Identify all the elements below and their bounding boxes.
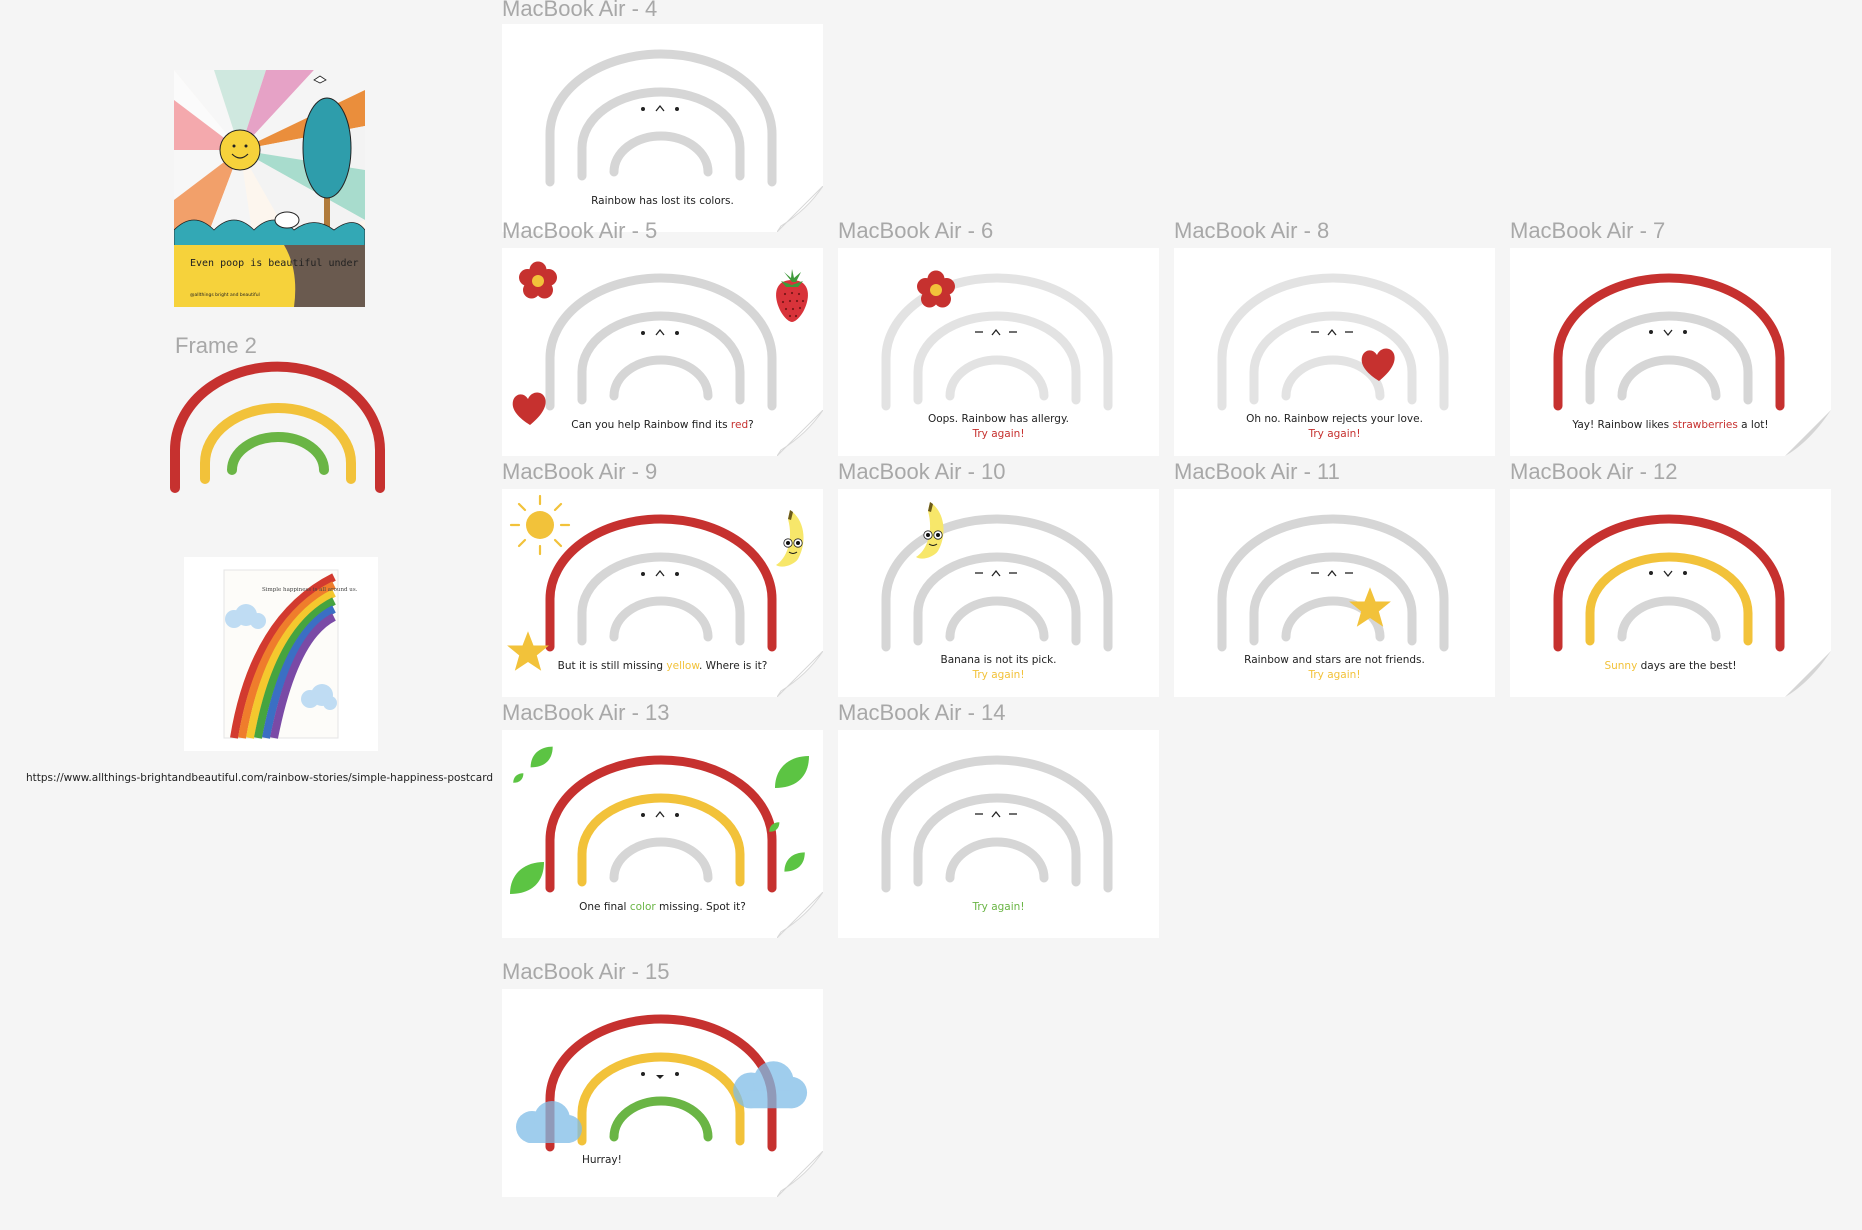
- artboard-label[interactable]: MacBook Air - 7: [1510, 218, 1665, 244]
- caption: Rainbow has lost its colors.: [591, 195, 734, 207]
- artboard-macbook-air-5[interactable]: Can you help Rainbow find its red?: [502, 248, 823, 456]
- poster-text-line-1: Even poop is beautiful under 5pm sunligh…: [190, 258, 365, 269]
- cloud-icon[interactable]: [516, 1101, 582, 1143]
- strawberry-icon[interactable]: [776, 269, 808, 322]
- caption: Oops. Rainbow has allergy. Try again!: [927, 413, 1070, 440]
- artboard-macbook-air-9[interactable]: But it is still missing yellow. Where is…: [502, 489, 823, 697]
- leaf-icon[interactable]: [784, 852, 805, 872]
- artboard-macbook-air-11[interactable]: Rainbow and stars are not friends. Try ag…: [1174, 489, 1495, 697]
- artboard-label[interactable]: MacBook Air - 6: [838, 218, 993, 244]
- artboard-label[interactable]: MacBook Air - 10: [838, 459, 1006, 485]
- leaf-icon[interactable]: [775, 756, 809, 788]
- page-curl-icon: [1785, 651, 1831, 697]
- frame-2-rainbow[interactable]: [165, 355, 400, 497]
- artboard-label[interactable]: MacBook Air - 4: [502, 0, 657, 22]
- artboard-macbook-air-7[interactable]: Yay! Rainbow likes strawberries a lot!: [1510, 248, 1831, 456]
- banana-icon[interactable]: [775, 509, 805, 568]
- artboard-macbook-air-14[interactable]: Try again!: [838, 730, 1159, 938]
- page-curl-icon: [777, 892, 823, 938]
- caption: Try again!: [972, 901, 1025, 913]
- sunlight-poster[interactable]: Even poop is beautiful under 5pm sunligh…: [173, 70, 437, 307]
- artboard-macbook-air-10[interactable]: Banana is not its pick. Try again!: [838, 489, 1159, 697]
- artboard-label[interactable]: MacBook Air - 13: [502, 700, 670, 726]
- source-url[interactable]: https://www.allthings-brightandbeautiful…: [26, 772, 493, 784]
- page-curl-icon: [777, 186, 823, 232]
- caption: But it is still missing yellow. Where is…: [557, 660, 768, 672]
- sun-icon[interactable]: [509, 494, 571, 556]
- artboard-label[interactable]: MacBook Air - 9: [502, 459, 657, 485]
- caption: Sunny days are the best!: [1604, 660, 1737, 672]
- flower-icon[interactable]: [917, 270, 955, 308]
- artboard-label[interactable]: MacBook Air - 12: [1510, 459, 1678, 485]
- artboard-macbook-air-13[interactable]: One final color missing. Spot it?: [502, 730, 823, 938]
- flower-icon[interactable]: [519, 261, 557, 299]
- artboard-label[interactable]: MacBook Air - 11: [1174, 459, 1340, 485]
- postcard-thumbnail[interactable]: Simple happiness is all around us.: [184, 557, 378, 751]
- artboard-label[interactable]: MacBook Air - 5: [502, 218, 657, 244]
- page-curl-icon: [1785, 410, 1831, 456]
- caption: Rainbow and stars are not friends. Try ag…: [1244, 654, 1425, 681]
- caption: One final color missing. Spot it?: [579, 901, 746, 913]
- artboard-macbook-air-15[interactable]: Hurray!: [502, 989, 823, 1197]
- page-curl-icon: [777, 410, 823, 456]
- cloud-icon[interactable]: [733, 1061, 808, 1109]
- page-curl-icon: [777, 1151, 823, 1197]
- leaf-icon[interactable]: [513, 773, 524, 783]
- page-curl-icon: [777, 651, 823, 697]
- caption: Yay! Rainbow likes strawberries a lot!: [1572, 419, 1769, 431]
- artboard-label[interactable]: MacBook Air - 14: [838, 700, 1006, 726]
- artboard-label[interactable]: MacBook Air - 15: [502, 959, 670, 985]
- postcard-text: Simple happiness is all around us.: [262, 587, 358, 593]
- caption: Oh no. Rainbow rejects your love. Try aga…: [1246, 413, 1423, 440]
- artboard-macbook-air-8[interactable]: Oh no. Rainbow rejects your love. Try aga…: [1174, 248, 1495, 456]
- poster-credit: @allthings bright and beautiful: [190, 292, 260, 298]
- artboard-macbook-air-12[interactable]: Sunny days are the best!: [1510, 489, 1831, 697]
- artboard-label[interactable]: MacBook Air - 8: [1174, 218, 1329, 244]
- caption: Hurray!: [582, 1154, 622, 1166]
- caption: Can you help Rainbow find its red?: [571, 419, 754, 431]
- leaf-icon[interactable]: [530, 746, 553, 768]
- leaf-icon[interactable]: [510, 862, 544, 894]
- artboard-macbook-air-6[interactable]: Oops. Rainbow has allergy. Try again!: [838, 248, 1159, 456]
- artboard-macbook-air-4[interactable]: Rainbow has lost its colors.: [502, 24, 823, 232]
- caption: Banana is not its pick. Try again!: [940, 654, 1057, 681]
